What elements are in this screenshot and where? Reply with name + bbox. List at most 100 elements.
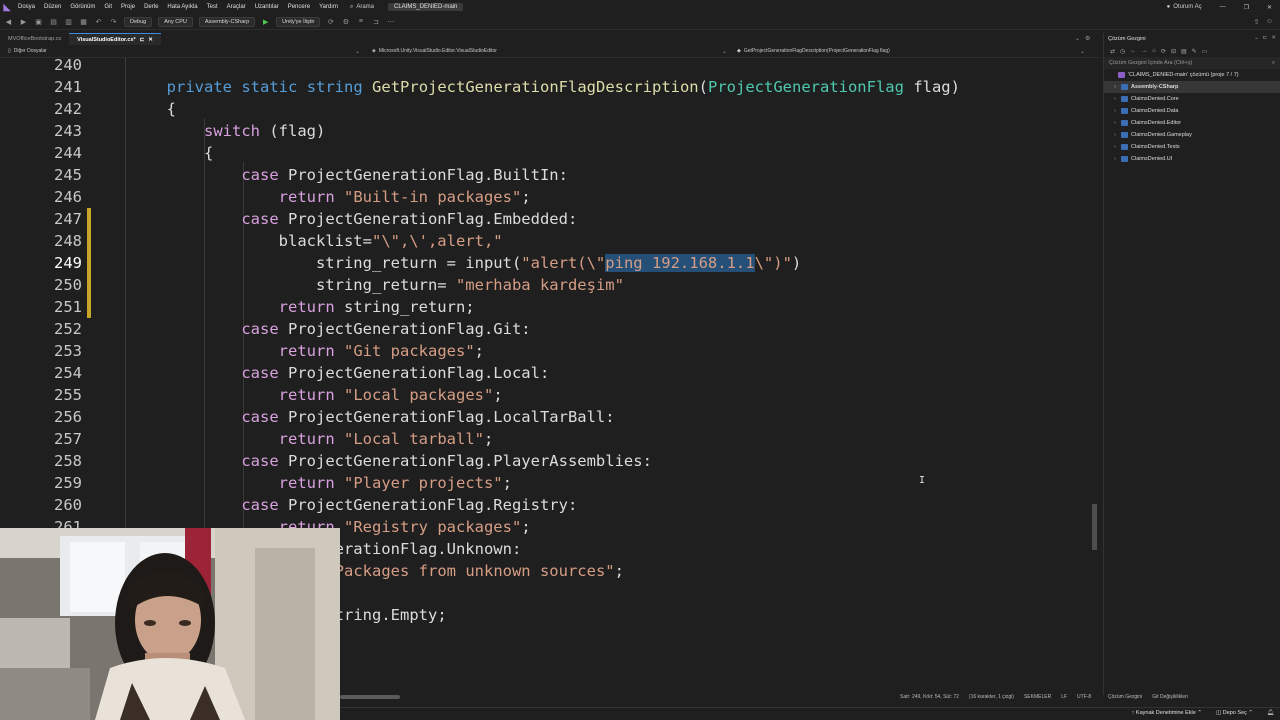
collapse-all-icon[interactable]: ⊟ xyxy=(1171,48,1176,55)
forward-icon[interactable]: → xyxy=(1141,48,1147,54)
menu-test[interactable]: Test xyxy=(207,4,218,10)
platform-dropdown[interactable]: Any CPU xyxy=(158,16,193,27)
code-line[interactable]: 244 { xyxy=(0,142,1090,164)
undo-icon[interactable]: ↶ xyxy=(94,17,103,26)
menu-hata-ayikla[interactable]: Hata Ayıkla xyxy=(167,4,197,10)
type-scope-dropdown[interactable]: ◈ Microsoft.Unity.VisualStudio.Editor.Vi… xyxy=(372,48,497,54)
indentation-mode[interactable]: SEKMELER xyxy=(1024,694,1051,700)
tab-visualstudioeditor[interactable]: VisualStudioEditor.cs* ⊏ ✕ xyxy=(69,33,161,45)
run-icon[interactable]: ▶ xyxy=(261,17,270,26)
tree-item-data[interactable]: › ClaimsDenied.Data xyxy=(1104,105,1280,117)
configuration-dropdown[interactable]: Debug xyxy=(124,16,153,27)
chevron-down-icon[interactable]: ⌄ xyxy=(1080,48,1085,55)
code-line[interactable]: 248 blacklist="\",\',alert," xyxy=(0,230,1090,252)
chevron-right-icon[interactable]: › xyxy=(1112,132,1118,138)
code-line[interactable]: 256 case ProjectGenerationFlag.LocalTarB… xyxy=(0,406,1090,428)
vertical-scrollbar[interactable] xyxy=(1090,58,1100,695)
code-line[interactable]: 254 case ProjectGenerationFlag.Local: xyxy=(0,362,1090,384)
save-all-icon[interactable]: ▦ xyxy=(79,17,88,26)
menu-duzen[interactable]: Düzen xyxy=(44,4,61,10)
minimize-icon[interactable]: — xyxy=(1220,4,1226,10)
code-line[interactable]: 242 { xyxy=(0,98,1090,120)
tab-solution-explorer[interactable]: Çözüm Gezgini xyxy=(1108,694,1142,700)
tree-item-tests[interactable]: › ClaimsDenied.Tests xyxy=(1104,141,1280,153)
close-icon[interactable]: ✕ xyxy=(1267,4,1272,11)
encoding[interactable]: UTF-8 xyxy=(1077,694,1091,700)
member-scope-dropdown[interactable]: ◆ GetProjectGenerationFlagDescription(Pr… xyxy=(737,48,890,54)
maximize-icon[interactable]: ❐ xyxy=(1244,4,1249,11)
menu-git[interactable]: Git xyxy=(104,4,112,10)
attach-unity-button[interactable]: Unity'ye İliştir xyxy=(276,16,321,27)
menu-pencere[interactable]: Pencere xyxy=(288,4,310,10)
new-item-icon[interactable]: ▣ xyxy=(34,17,43,26)
startup-project-dropdown[interactable]: Assembly-CSharp xyxy=(198,16,256,27)
global-search-button[interactable]: ⌕ Arama xyxy=(350,4,374,11)
chevron-right-icon[interactable]: › xyxy=(1112,144,1118,150)
menu-derle[interactable]: Derle xyxy=(144,4,158,10)
code-line[interactable]: 259 return "Player projects"; xyxy=(0,472,1090,494)
menu-proje[interactable]: Proje xyxy=(121,4,135,10)
menu-dosya[interactable]: Dosya xyxy=(18,4,35,10)
select-repository-button[interactable]: ◫ Depo Seç ⌃ xyxy=(1216,710,1253,716)
code-line[interactable]: 247 case ProjectGenerationFlag.Embedded: xyxy=(0,208,1090,230)
code-line[interactable]: 252 case ProjectGenerationFlag.Git: xyxy=(0,318,1090,340)
history-icon[interactable]: ◷ xyxy=(1120,48,1125,55)
code-line[interactable]: 251 return string_return; xyxy=(0,296,1090,318)
forward-icon[interactable]: ▶ xyxy=(19,17,28,26)
add-to-source-control-button[interactable]: ↑ Kaynak Denetimine Ekle ⌃ xyxy=(1132,710,1202,716)
feedback-icon[interactable]: ☺ xyxy=(1265,17,1274,26)
open-icon[interactable]: ▤ xyxy=(49,17,58,26)
code-line[interactable]: 260 case ProjectGenerationFlag.Registry: xyxy=(0,494,1090,516)
code-line[interactable]: 240 xyxy=(0,58,1090,76)
menu-uzantilar[interactable]: Uzantılar xyxy=(255,4,279,10)
close-icon[interactable]: ✕ xyxy=(1271,35,1276,41)
refresh-icon[interactable]: ⟳ xyxy=(326,17,335,26)
tree-item-ui[interactable]: › ClaimsDenied.UI xyxy=(1104,153,1280,165)
code-line[interactable]: 245 case ProjectGenerationFlag.BuiltIn: xyxy=(0,164,1090,186)
tree-item-editor[interactable]: › ClaimsDenied.Editor xyxy=(1104,117,1280,129)
code-line[interactable]: 257 return "Local tarball"; xyxy=(0,428,1090,450)
more-icon[interactable]: ⋯ xyxy=(386,17,395,26)
chevron-right-icon[interactable]: › xyxy=(1112,84,1118,90)
comment-icon[interactable]: ≡ xyxy=(356,17,365,26)
solution-search-input[interactable]: Çözüm Gezgini İçinde Ara (Ctrl+ş) ⌕ xyxy=(1104,57,1280,69)
chevron-down-icon[interactable]: ⌄ xyxy=(1075,35,1080,42)
refresh-icon[interactable]: ⟳ xyxy=(1161,48,1166,55)
chevron-down-icon[interactable]: ⌄ xyxy=(722,48,727,55)
project-scope-dropdown[interactable]: ▯ Diğer Dosyalar xyxy=(8,48,47,54)
code-line[interactable]: 258 case ProjectGenerationFlag.PlayerAss… xyxy=(0,450,1090,472)
code-line[interactable]: 241 private static string GetProjectGene… xyxy=(0,76,1090,98)
save-icon[interactable]: ▥ xyxy=(64,17,73,26)
redo-icon[interactable]: ↷ xyxy=(109,17,118,26)
code-line[interactable]: 255 return "Local packages"; xyxy=(0,384,1090,406)
bookmark-icon[interactable]: ⊐ xyxy=(371,17,380,26)
back-icon[interactable]: ◀ xyxy=(4,17,13,26)
tree-item-gameplay[interactable]: › ClaimsDenied.Gameplay xyxy=(1104,129,1280,141)
sign-in-button[interactable]: ● Oturum Aç xyxy=(1167,4,1202,10)
chevron-down-icon[interactable]: ⌄ xyxy=(1254,35,1259,41)
cursor-position[interactable]: Satr: 249, Krkt: 54, Süt: 72 xyxy=(900,694,959,700)
back-icon[interactable]: ← xyxy=(1130,48,1136,54)
code-line[interactable]: 243 switch (flag) xyxy=(0,120,1090,142)
pin-icon[interactable]: ⊏ xyxy=(1263,35,1268,41)
menu-gorunum[interactable]: Görünüm xyxy=(70,4,95,10)
solution-node[interactable]: 'CLAIMS_DENIED-main' çözümü (proje 7 / 7… xyxy=(1104,69,1280,81)
tree-item-core[interactable]: › ClaimsDenied.Core xyxy=(1104,93,1280,105)
horizontal-scrollbar[interactable] xyxy=(340,695,400,699)
code-line[interactable]: 253 return "Git packages"; xyxy=(0,340,1090,362)
chevron-down-icon[interactable]: ⌄ xyxy=(355,48,360,55)
live-share-icon[interactable]: ⇪ xyxy=(1252,17,1261,26)
properties-icon[interactable]: ✎ xyxy=(1192,48,1197,55)
menu-yardim[interactable]: Yardım xyxy=(319,4,338,10)
chevron-right-icon[interactable]: › xyxy=(1112,156,1118,162)
chevron-right-icon[interactable]: › xyxy=(1112,120,1118,126)
code-line[interactable]: 246 return "Built-in packages"; xyxy=(0,186,1090,208)
notifications-icon[interactable]: 🔔︎ xyxy=(1267,710,1274,716)
settings-icon[interactable]: ⚙ xyxy=(1085,35,1090,42)
code-line[interactable]: 249 string_return = input("alert(\"ping … xyxy=(0,252,1090,274)
tab-mvofficebootstrap[interactable]: MVOfficeBootstrap.cs xyxy=(0,33,69,45)
settings-icon[interactable]: ⚙ xyxy=(341,17,350,26)
scrollbar-thumb[interactable] xyxy=(1092,504,1097,550)
tab-git-changes[interactable]: Git Değişiklikleri xyxy=(1152,694,1188,700)
chevron-right-icon[interactable]: › xyxy=(1112,108,1118,114)
